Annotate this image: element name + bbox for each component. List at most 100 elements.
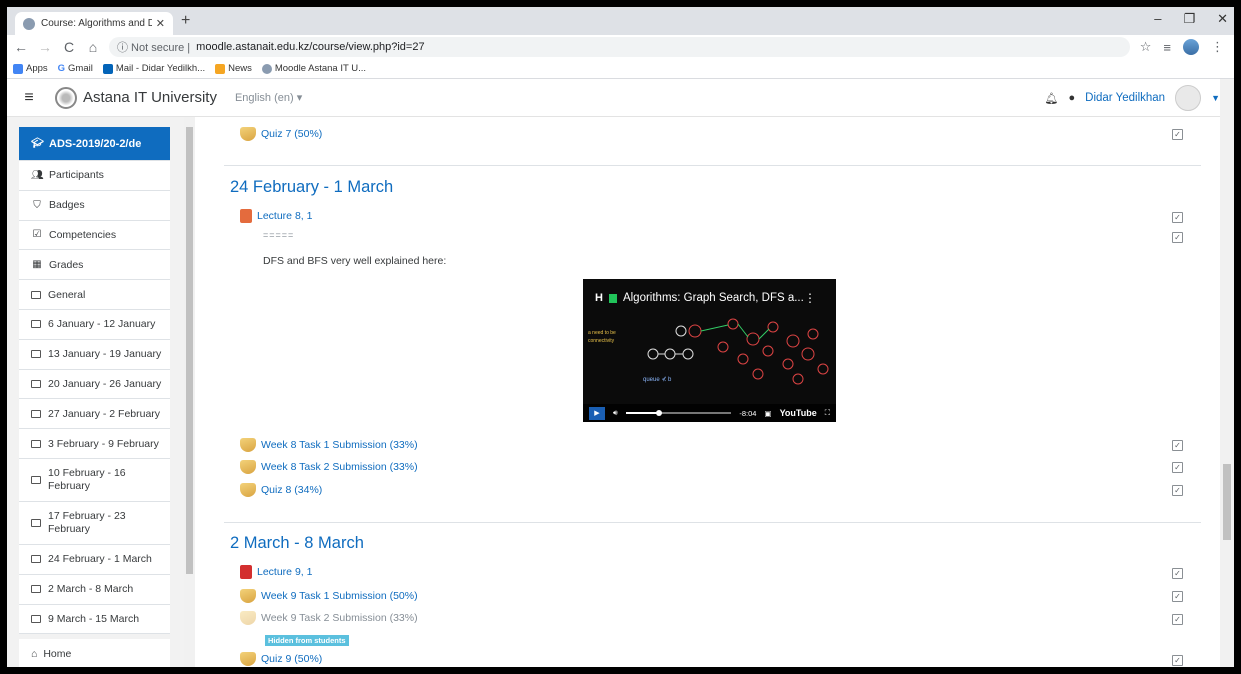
reading-list-icon[interactable]: ≡ (1163, 40, 1171, 55)
video-title-bar: H Algorithms: Graph Search, DFS a... (595, 292, 804, 304)
completion-checkbox[interactable]: ✓ (1172, 462, 1183, 473)
forward-arrow-icon[interactable]: → (35, 39, 55, 55)
miniplayer-icon[interactable]: ▣ (764, 409, 771, 418)
moodle-icon (261, 63, 272, 74)
svg-text:a need to be: a need to be (588, 330, 616, 336)
video-progress[interactable] (625, 410, 732, 416)
hamburger-menu-icon[interactable]: ≡ (19, 89, 39, 107)
bookmark-apps[interactable]: Apps (13, 63, 48, 74)
avatar[interactable] (1175, 85, 1202, 111)
sidebar-scrollbar[interactable] (184, 117, 195, 667)
bookmarks-bar: Apps G Gmail Mail - Didar Yedilkh... News… (7, 59, 1234, 79)
sidebar-item-section[interactable]: 10 February - 16 February (19, 458, 170, 502)
browser-tab[interactable]: Course: Algorithms and Data Str... ✕ (15, 12, 173, 35)
completion-checkbox[interactable]: ✓ (1172, 212, 1183, 223)
page-scrollbar[interactable] (1220, 79, 1234, 667)
minimize-button[interactable]: – (1154, 11, 1161, 27)
activity-week8-task1[interactable]: Week 8 Task 1 Submission (33%) (240, 438, 418, 452)
page-scroll-thumb[interactable] (1223, 464, 1231, 540)
sidebar-item-grades[interactable]: ▦ Grades (19, 250, 170, 281)
completion-checkbox[interactable]: ✓ (1172, 440, 1183, 451)
activity-quiz7[interactable]: Quiz 7 (50%) (240, 127, 322, 141)
section-divider (224, 522, 1201, 523)
bookmark-mail[interactable]: Mail - Didar Yedilkh... (102, 63, 205, 74)
quiz-icon (240, 127, 256, 141)
chat-icon[interactable]: ● (1069, 92, 1076, 104)
fullscreen-icon[interactable]: ⛶ (825, 408, 830, 418)
quiz-icon (240, 483, 256, 497)
new-tab-button[interactable]: + (181, 12, 190, 30)
video-time: -8:04 (739, 408, 757, 418)
volume-icon[interactable]: 🔊︎ (613, 408, 618, 418)
activity-week9-task2[interactable]: Week 9 Task 2 Submission (33%) (240, 611, 418, 625)
label-text: DFS and BFS very well explained here: (263, 255, 447, 267)
bell-icon[interactable]: 🔔︎ (1045, 92, 1059, 105)
sidebar-item-section[interactable]: 9 March - 15 March (19, 604, 170, 635)
more-menu-icon[interactable]: ⋮ (1211, 39, 1224, 55)
sidebar-scroll-thumb[interactable] (186, 127, 193, 574)
bookmark-news[interactable]: News (215, 63, 252, 74)
completion-checkbox[interactable]: ✓ (1172, 591, 1183, 602)
video-more-icon[interactable]: ⋮ (804, 291, 816, 305)
close-window-button[interactable]: ✕ (1217, 11, 1228, 27)
sidebar-item-course[interactable]: 🎓︎ ADS-2019/20-2/de (19, 127, 170, 161)
folder-icon (31, 555, 41, 564)
bookmark-moodle[interactable]: Moodle Astana IT U... (261, 63, 366, 74)
section-title[interactable]: 2 March - 8 March (230, 534, 364, 553)
completion-checkbox[interactable]: ✓ (1172, 232, 1183, 243)
activity-quiz8[interactable]: Quiz 8 (34%) (240, 483, 322, 497)
sidebar-item-section[interactable]: 3 February - 9 February (19, 429, 170, 459)
embedded-video[interactable]: a need to be connectivity queue ⊀ b H Al… (583, 279, 836, 422)
reload-icon[interactable]: C (59, 39, 79, 55)
user-area: 🔔︎ ● Didar Yedilkhan ▼ (1045, 79, 1220, 117)
sidebar-item-section[interactable]: 6 January - 12 January (19, 309, 170, 340)
site-name[interactable]: Astana IT University (83, 89, 217, 106)
folder-icon (31, 475, 41, 484)
youtube-logo[interactable]: YouTube (780, 408, 817, 418)
completion-checkbox[interactable]: ✓ (1172, 655, 1183, 666)
users-icon: 👥︎ (31, 169, 44, 181)
sidebar-item-badges[interactable]: ⛉ Badges (19, 190, 170, 221)
close-tab-icon[interactable]: ✕ (156, 17, 165, 30)
omnibox[interactable]: ⓘ Not secure | moodle.astanait.edu.kz/co… (109, 37, 1130, 57)
assignment-icon (240, 438, 256, 452)
sidebar-item-section[interactable]: 20 January - 26 January (19, 369, 170, 400)
sidebar-item-section[interactable]: 17 February - 23 February (19, 501, 170, 545)
language-menu[interactable]: English (en) ▾ (235, 91, 302, 104)
play-icon[interactable]: ▶ (589, 406, 605, 420)
course-content: Quiz 7 (50%) ✓ 24 February - 1 March Lec… (195, 117, 1220, 667)
profile-avatar-icon[interactable] (1183, 39, 1199, 55)
sidebar-item-competencies[interactable]: ☑ Competencies (19, 220, 170, 251)
bookmark-star-icon[interactable]: ☆ (1140, 39, 1152, 55)
activity-week8-task2[interactable]: Week 8 Task 2 Submission (33%) (240, 460, 418, 474)
presentation-file-icon (240, 209, 252, 223)
folder-icon (31, 439, 41, 448)
section-title[interactable]: 24 February - 1 March (230, 178, 393, 197)
moodle-navbar: ≡ Astana IT University English (en) ▾ 🔔︎… (7, 79, 1234, 117)
activity-quiz9[interactable]: Quiz 9 (50%) (240, 652, 322, 666)
completion-checkbox[interactable]: ✓ (1172, 614, 1183, 625)
google-icon: G (57, 63, 66, 74)
activity-lecture8[interactable]: Lecture 8, 1 (240, 209, 312, 223)
sidebar-item-participants[interactable]: 👥︎ Participants (19, 161, 170, 191)
university-logo[interactable] (55, 86, 77, 109)
bookmark-gmail[interactable]: G Gmail (58, 63, 93, 74)
folder-icon (31, 379, 41, 388)
sidebar-item-section[interactable]: 13 January - 19 January (19, 339, 170, 370)
back-arrow-icon[interactable]: ← (11, 39, 31, 55)
user-name[interactable]: Didar Yedilkhan (1085, 92, 1165, 104)
sidebar-item-section[interactable]: 27 January - 2 February (19, 399, 170, 430)
activity-lecture9[interactable]: Lecture 9, 1 (240, 565, 312, 579)
sidebar-item-section[interactable]: 2 March - 8 March (19, 574, 170, 605)
activity-week9-task1[interactable]: Week 9 Task 1 Submission (50%) (240, 589, 418, 603)
sidebar-item-home[interactable]: ⌂ Home (19, 639, 170, 667)
sidebar-item-section[interactable]: 24 February - 1 March (19, 544, 170, 575)
video-title[interactable]: Algorithms: Graph Search, DFS a... (623, 292, 804, 304)
completion-checkbox[interactable]: ✓ (1172, 568, 1183, 579)
completion-checkbox[interactable]: ✓ (1172, 129, 1183, 140)
sidebar-item-section[interactable]: General (19, 280, 170, 310)
completion-checkbox[interactable]: ✓ (1172, 485, 1183, 496)
home-icon[interactable]: ⌂ (83, 39, 103, 55)
chevron-down-icon[interactable]: ▼ (1211, 93, 1220, 103)
restore-button[interactable]: ❐ (1183, 11, 1195, 27)
